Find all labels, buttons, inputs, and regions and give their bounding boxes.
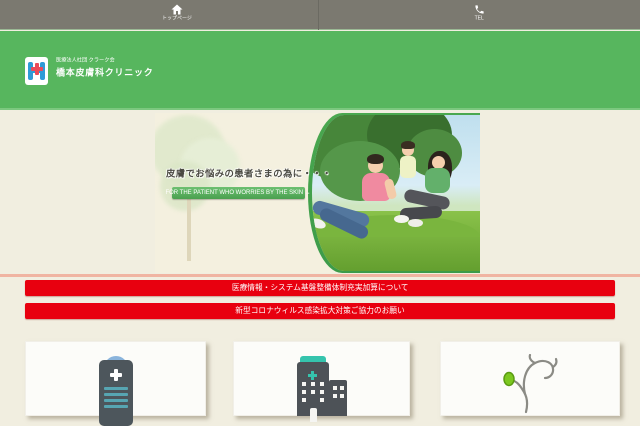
stethoscope-icon: [498, 353, 562, 416]
tel-label: TEL: [474, 15, 485, 21]
tel-button[interactable]: TEL: [318, 0, 640, 30]
card-stethoscope[interactable]: [440, 341, 620, 416]
clinic-homepage: { "topbar": { "home_label": "トップページ", "t…: [0, 0, 640, 426]
clinic-name: 橋本皮膚科クリニック: [56, 67, 154, 78]
clinic-logo-icon: [25, 57, 48, 85]
notice-text: 医療情報・システム基盤整備体制充実加算について: [231, 283, 409, 293]
hospital-building-icon: [297, 356, 347, 422]
home-icon: [171, 4, 183, 15]
card-hospital[interactable]: [233, 341, 410, 422]
hero-tagline-banner[interactable]: FOR THE PATIENT WHO WORRIES BY THE SKIN …: [166, 187, 311, 199]
site-header: 医療法人社団 クラーク会 橋本皮膚科クリニック: [0, 31, 640, 110]
family-on-grass-photo: [312, 115, 480, 271]
top-page-label: トップページ: [162, 15, 192, 21]
phone-icon: [474, 4, 485, 15]
top-page-button[interactable]: トップページ: [0, 0, 318, 30]
top-navigation-bar: トップページ TEL: [0, 0, 640, 30]
card-medical-chart[interactable]: [25, 341, 206, 426]
notice-text: 新型コロナウィルス感染拡大対策ご協力のお願い: [235, 306, 405, 316]
organization-name: 医療法人社団 クラーク会: [56, 57, 115, 64]
medical-chart-icon: [99, 356, 133, 426]
notice-banner-medical-info[interactable]: 医療情報・システム基盤整備体制充実加算について: [25, 280, 615, 296]
divider-line: [0, 274, 640, 277]
hero-tagline-text: FOR THE PATIENT WHO WORRIES BY THE SKIN …: [165, 189, 312, 196]
notice-banner-covid[interactable]: 新型コロナウィルス感染拡大対策ご協力のお願い: [25, 303, 615, 319]
hero-banner: 皮膚でお悩みの患者さまの為に・・・ FOR THE PATIENT WHO WO…: [155, 113, 480, 273]
hero-photo-frame: [308, 113, 480, 273]
hero-catchcopy: 皮膚でお悩みの患者さまの為に・・・: [166, 168, 332, 179]
